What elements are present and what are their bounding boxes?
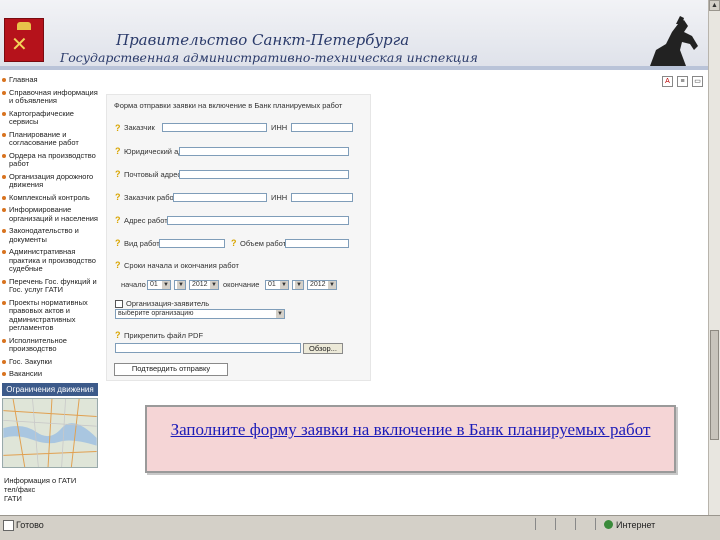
help-icon[interactable]: ? (115, 331, 122, 340)
nav-item-gov-functions[interactable]: Перечень Гос. функций и Гос. услуг ГАТИ (2, 277, 100, 295)
ie-page-icon (3, 520, 14, 531)
vertical-scrollbar[interactable]: ▲ ▼ (708, 0, 720, 528)
city-map-thumbnail[interactable] (2, 398, 98, 468)
postal-address-input[interactable] (179, 170, 349, 179)
internet-zone-icon (604, 520, 613, 529)
nav-item-vacancies[interactable]: Вакансии (2, 369, 100, 379)
start-day-select[interactable]: 01 ▼ (147, 280, 171, 290)
inn-input[interactable] (291, 123, 353, 132)
printer-icon[interactable]: ▭ (692, 76, 703, 87)
nav-item-informing[interactable]: Информирование организаций и населения (2, 205, 100, 223)
work-volume-label: Объем работ (240, 239, 287, 248)
contractor-label: Заказчик работ (124, 193, 177, 202)
nav-item-enforcement[interactable]: Исполнительное производство (2, 336, 100, 354)
dates-label: Сроки начала и окончания работ (124, 261, 239, 270)
help-icon[interactable]: ? (231, 239, 238, 248)
header-divider (0, 66, 709, 70)
customer-label: Заказчик (124, 123, 155, 132)
start-year-select[interactable]: 2012 ▼ (189, 280, 219, 290)
org-label: Организация-заявитель (126, 299, 210, 308)
help-icon[interactable]: ? (115, 170, 122, 179)
status-text: Готово (16, 520, 44, 530)
end-label: окончание (223, 280, 260, 289)
spb-emblem-icon: ✕ (4, 18, 44, 62)
help-icon[interactable]: ? (115, 147, 122, 156)
work-address-label: Адрес работ (124, 216, 168, 225)
legal-address-input[interactable] (179, 147, 349, 156)
site-subtitle: Государственная административно-техничес… (60, 50, 478, 65)
zone-text: Интернет (616, 520, 656, 530)
nav-item-orders[interactable]: Ордера на производство работ (2, 151, 100, 169)
nav-item-draft-acts[interactable]: Проекты нормативных правовых актов и адм… (2, 298, 100, 333)
help-icon[interactable]: ? (115, 124, 122, 133)
site-header: ✕ Правительство Санкт-Петербурга Государ… (0, 0, 709, 66)
nav-item-reference[interactable]: Справочная информация и объявления (2, 88, 100, 106)
nav-item-maps[interactable]: Картографические сервисы (2, 109, 100, 127)
start-label: начало (121, 280, 146, 289)
status-divider (535, 518, 536, 530)
nav-item-main[interactable]: Главная (2, 75, 100, 85)
org-checkbox[interactable] (115, 300, 123, 308)
browser-page: ✕ Правительство Санкт-Петербурга Государ… (0, 0, 709, 528)
work-address-input[interactable] (167, 216, 349, 225)
pdf-icon[interactable]: A (662, 76, 673, 87)
left-nav: Главная Справочная информация и объявлен… (2, 75, 100, 383)
work-type-label: Вид работ (124, 239, 160, 248)
callout-text: Заполните форму заявки на включение в Ба… (170, 420, 651, 439)
submit-button[interactable]: Подтвердить отправку (114, 363, 228, 376)
start-month-select[interactable]: ▼ (174, 280, 186, 290)
traffic-restrictions-title[interactable]: Ограничения движения (2, 383, 98, 396)
end-day-select[interactable]: 01 ▼ (265, 280, 289, 290)
status-divider (575, 518, 576, 530)
inn2-label: ИНН (271, 193, 288, 202)
contractor-input[interactable] (173, 193, 267, 202)
inn2-input[interactable] (291, 193, 353, 202)
file-input[interactable] (115, 343, 301, 353)
contact-note: Информация о ГАТИ тел/факс ГАТИ (4, 476, 77, 503)
help-icon[interactable]: ? (115, 261, 122, 270)
nav-item-traffic[interactable]: Организация дорожного движения (2, 172, 100, 190)
nav-item-planning[interactable]: Планирование и согласование работ (2, 130, 100, 148)
end-year-select[interactable]: 2012 ▼ (307, 280, 337, 290)
work-type-input[interactable] (159, 239, 225, 248)
bronze-horseman-icon (650, 16, 698, 66)
browse-button[interactable]: Обзор... (303, 343, 343, 354)
work-volume-input[interactable] (285, 239, 349, 248)
nav-item-control[interactable]: Комплексный контроль (2, 193, 100, 203)
end-month-select[interactable]: ▼ (292, 280, 304, 290)
scroll-up-icon[interactable]: ▲ (709, 0, 720, 11)
page-tools: A ≡ ▭ (662, 76, 703, 87)
application-form: Форма отправки заявки на включение в Бан… (106, 94, 371, 381)
file-label: Прикрепить файл PDF (124, 331, 204, 340)
help-icon[interactable]: ? (115, 193, 122, 202)
instruction-callout: Заполните форму заявки на включение в Ба… (145, 405, 676, 473)
scroll-thumb[interactable] (710, 330, 719, 440)
document-icon[interactable]: ≡ (677, 76, 688, 87)
form-heading: Форма отправки заявки на включение в Бан… (114, 101, 343, 110)
browser-status-bar: Готово Интернет (0, 515, 720, 540)
postal-address-label: Почтовый адрес (124, 170, 182, 179)
customer-input[interactable] (162, 123, 267, 132)
status-divider (555, 518, 556, 530)
help-icon[interactable]: ? (115, 239, 122, 248)
help-icon[interactable]: ? (115, 216, 122, 225)
inn-label: ИНН (271, 123, 288, 132)
nav-item-procurement[interactable]: Гос. Закупки (2, 357, 100, 367)
nav-item-administrative[interactable]: Административная практика и производство… (2, 247, 100, 274)
status-divider (595, 518, 596, 530)
org-select[interactable]: выберите организацию ▼ (115, 309, 285, 319)
nav-item-legislation[interactable]: Законодательство и документы (2, 226, 100, 244)
site-title: Правительство Санкт-Петербурга (116, 31, 410, 49)
